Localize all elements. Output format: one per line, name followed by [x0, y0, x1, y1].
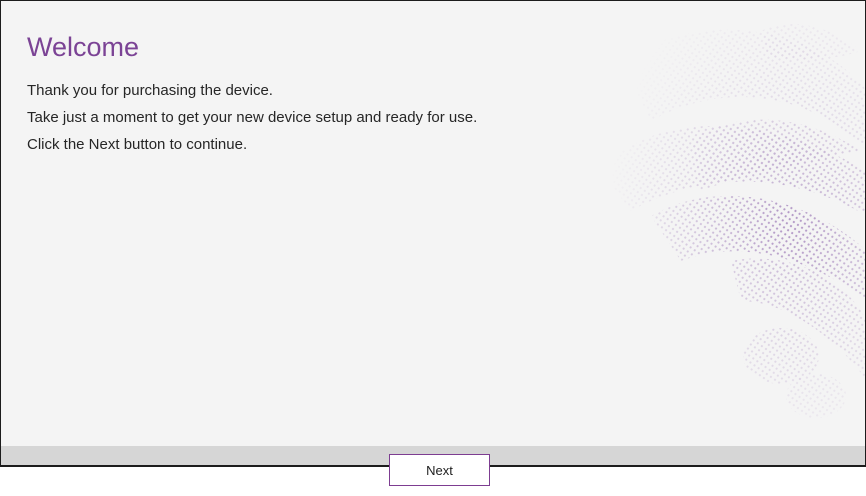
setup-wizard-window: Welcome Thank you for purchasing the dev… — [0, 0, 866, 467]
intro-line-2: Take just a moment to get your new devic… — [27, 109, 478, 126]
dotted-swirl-graphic — [601, 23, 865, 418]
page-title: Welcome — [27, 32, 140, 62]
intro-line-1: Thank you for purchasing the device. — [27, 82, 273, 99]
welcome-content: Welcome Thank you for purchasing the dev… — [27, 29, 587, 158]
intro-line-3: Click the Next button to continue. — [27, 136, 248, 153]
next-button[interactable]: Next — [389, 454, 490, 486]
